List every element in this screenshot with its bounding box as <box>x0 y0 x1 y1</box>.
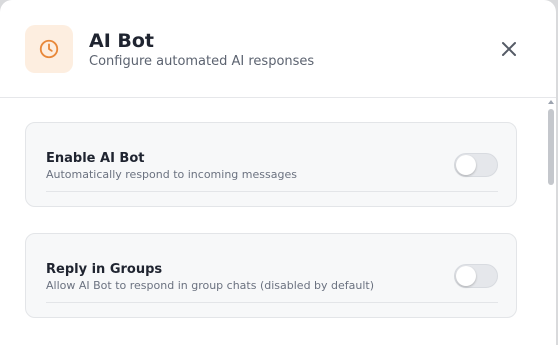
header-icon-badge <box>25 25 73 73</box>
toggle-knob <box>456 266 476 286</box>
enable-ai-bot-toggle[interactable] <box>454 153 498 177</box>
scroll-up-arrow-icon[interactable] <box>548 100 554 104</box>
clock-icon <box>39 39 59 59</box>
scrollbar-thumb[interactable] <box>548 109 554 185</box>
dialog-title: AI Bot <box>89 30 155 52</box>
setting-card-reply-in-groups: Reply in Groups Allow AI Bot to respond … <box>25 233 517 318</box>
setting-title: Reply in Groups <box>46 262 163 277</box>
close-button[interactable] <box>494 34 524 64</box>
dialog-subtitle: Configure automated AI responses <box>89 54 315 69</box>
reply-in-groups-toggle[interactable] <box>454 264 498 288</box>
settings-content: Enable AI Bot Automatically respond to i… <box>0 98 546 345</box>
dialog-header: AI Bot Configure automated AI responses <box>0 0 556 98</box>
setting-description: Automatically respond to incoming messag… <box>46 168 297 181</box>
divider <box>46 302 498 303</box>
setting-description: Allow AI Bot to respond in group chats (… <box>46 279 375 292</box>
setting-title: Enable AI Bot <box>46 151 145 166</box>
ai-bot-dialog: AI Bot Configure automated AI responses … <box>0 0 556 345</box>
close-icon <box>502 42 516 56</box>
setting-card-enable-ai-bot: Enable AI Bot Automatically respond to i… <box>25 122 517 207</box>
toggle-knob <box>456 155 476 175</box>
divider <box>46 191 498 192</box>
